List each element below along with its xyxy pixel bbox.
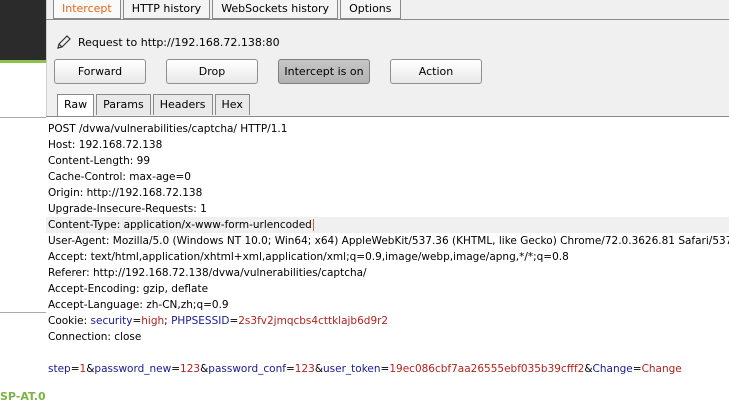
- drop-button[interactable]: Drop: [166, 59, 258, 84]
- tab-websockets-history[interactable]: WebSockets history: [212, 0, 339, 19]
- cookie-prefix: Cookie:: [48, 315, 91, 327]
- param-key: password_conf: [208, 363, 286, 375]
- header-line: Upgrade-Insecure-Requests: 1: [48, 203, 207, 215]
- cookie-key: security: [90, 315, 133, 327]
- param-key: user_token: [323, 363, 381, 375]
- message-view-tabs: Raw Params Headers Hex: [57, 94, 252, 116]
- action-button[interactable]: Action: [390, 59, 482, 84]
- param-value: 123: [294, 363, 315, 375]
- action-toolbar: Forward Drop Intercept is on Action: [54, 59, 502, 84]
- header-line: Origin: http://192.168.72.138: [48, 187, 203, 199]
- request-target-label: Request to http://192.168.72.138:80: [78, 35, 280, 49]
- left-divider: [0, 312, 46, 313]
- param-key: password_new: [94, 363, 172, 375]
- tab-params[interactable]: Params: [96, 94, 151, 115]
- header-line: Cache-Control: max-age=0: [48, 171, 191, 183]
- cookie-value: 2s3fv2jmqcbs4cttklajb6d9r2: [238, 315, 389, 327]
- tab-http-history[interactable]: HTTP history: [122, 0, 211, 19]
- header-line: Host: 192.168.72.138: [48, 139, 163, 151]
- pencil-icon: [57, 35, 71, 49]
- cookie-line: Cookie: security=high; PHPSESSID=2s3fv2j…: [48, 315, 389, 327]
- left-panel: SP-AT.0: [0, 0, 47, 405]
- cookie-key: PHPSESSID: [171, 315, 230, 327]
- header-line: Content-Length: 99: [48, 155, 151, 167]
- tab-intercept[interactable]: Intercept: [53, 0, 121, 19]
- param-value: 123: [180, 363, 201, 375]
- tab-options[interactable]: Options: [340, 0, 401, 19]
- request-target: Request to http://192.168.72.138:80: [55, 33, 280, 51]
- header-line: Accept-Encoding: gzip, deflate: [48, 283, 209, 295]
- forward-button[interactable]: Forward: [54, 59, 146, 84]
- tabs-divider: [46, 19, 729, 20]
- header-line-current: Content-Type: application/x-www-form-url…: [46, 217, 729, 233]
- tab-headers[interactable]: Headers: [152, 94, 213, 115]
- proxy-tabs: Intercept HTTP history WebSockets histor…: [53, 0, 403, 19]
- param-value: 19ec086cbf7aa26555ebf035b39cfff2: [389, 363, 585, 375]
- tab-raw[interactable]: Raw: [57, 94, 95, 116]
- body-line: step=1&password_new=123&password_conf=12…: [48, 363, 682, 375]
- left-accent-bar: [0, 60, 46, 63]
- left-divider: [0, 117, 46, 118]
- text-cursor: [312, 219, 314, 231]
- param-value: Change: [641, 363, 682, 375]
- request-line: POST /dvwa/vulnerabilities/captcha/ HTTP…: [48, 123, 288, 135]
- param-key: Change: [592, 363, 633, 375]
- cookie-value: high: [141, 315, 165, 327]
- header-line: Referer: http://192.168.72.138/dvwa/vuln…: [48, 267, 367, 279]
- left-dark-block: [0, 0, 46, 60]
- intercept-toggle-button[interactable]: Intercept is on: [278, 59, 370, 84]
- header-line: Accept-Language: zh-CN,zh;q=0.9: [48, 299, 229, 311]
- header-line-text: Content-Type: application/x-www-form-url…: [48, 219, 312, 231]
- left-bottom-text: SP-AT.0: [0, 390, 46, 403]
- header-line: Connection: close: [48, 331, 142, 343]
- tab-hex[interactable]: Hex: [214, 94, 250, 115]
- raw-request-editor[interactable]: POST /dvwa/vulnerabilities/captcha/ HTTP…: [46, 117, 729, 405]
- header-line: Accept: text/html,application/xhtml+xml,…: [48, 251, 569, 263]
- param-key: step: [48, 363, 71, 375]
- header-line: User-Agent: Mozilla/5.0 (Windows NT 10.0…: [48, 235, 729, 247]
